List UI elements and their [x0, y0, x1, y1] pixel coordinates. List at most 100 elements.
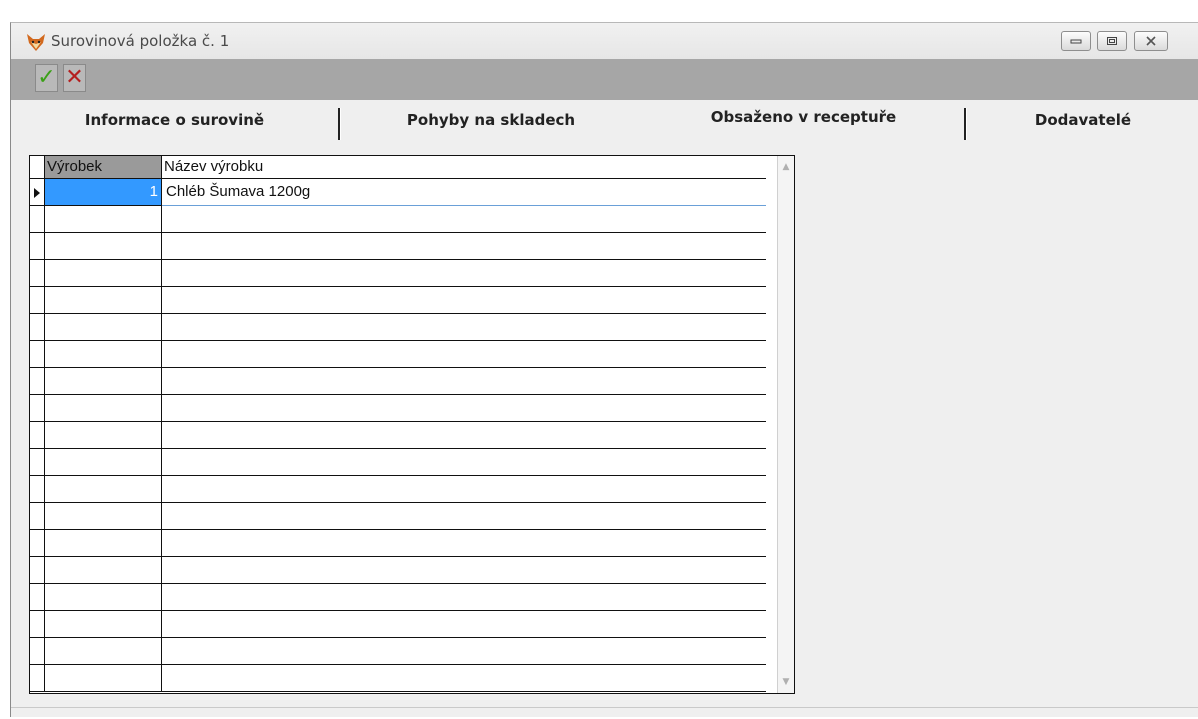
cell-vyrobek[interactable]	[45, 530, 162, 557]
cell-vyrobek[interactable]	[45, 665, 162, 692]
cell-vyrobek[interactable]	[45, 557, 162, 584]
cell-nazev-vyrobku[interactable]	[162, 422, 766, 449]
cell-vyrobek[interactable]	[45, 260, 162, 287]
cell-vyrobek[interactable]	[45, 287, 162, 314]
vertical-scrollbar[interactable]: ▲ ▼	[777, 156, 794, 693]
row-indicator[interactable]	[30, 287, 45, 314]
row-indicator[interactable]	[30, 557, 45, 584]
cell-nazev-vyrobku[interactable]	[162, 584, 766, 611]
row-indicator[interactable]	[30, 422, 45, 449]
table-row[interactable]	[30, 611, 778, 638]
column-header-vyrobek[interactable]: Výrobek	[45, 156, 162, 179]
cell-nazev-vyrobku[interactable]	[162, 530, 766, 557]
table-row[interactable]	[30, 395, 778, 422]
table-row[interactable]	[30, 260, 778, 287]
row-indicator[interactable]	[30, 530, 45, 557]
table-row[interactable]	[30, 206, 778, 233]
close-button[interactable]	[1134, 31, 1168, 51]
cell-nazev-vyrobku[interactable]	[162, 206, 766, 233]
maximize-button[interactable]	[1097, 31, 1127, 51]
cell-nazev-vyrobku[interactable]	[162, 611, 766, 638]
cell-nazev-vyrobku[interactable]	[162, 449, 766, 476]
cell-nazev-vyrobku[interactable]	[162, 233, 766, 260]
fox-icon	[27, 34, 45, 51]
table-row[interactable]: 1 Chléb Šumava 1200g	[30, 179, 778, 206]
table-row[interactable]	[30, 449, 778, 476]
row-indicator[interactable]	[30, 503, 45, 530]
row-indicator[interactable]	[30, 665, 45, 692]
table-row[interactable]	[30, 233, 778, 260]
cell-vyrobek[interactable]	[45, 584, 162, 611]
cell-vyrobek[interactable]	[45, 395, 162, 422]
tab-informace-o-surovine[interactable]: Informace o surovině	[11, 100, 338, 140]
cell-nazev-vyrobku[interactable]	[162, 557, 766, 584]
cell-vyrobek[interactable]: 1	[45, 179, 162, 206]
table-row[interactable]	[30, 287, 778, 314]
scroll-up-icon[interactable]: ▲	[778, 158, 794, 176]
table-row[interactable]	[30, 638, 778, 665]
row-indicator[interactable]	[30, 314, 45, 341]
cell-nazev-vyrobku[interactable]	[162, 314, 766, 341]
confirm-button[interactable]: ✓	[35, 64, 58, 92]
table-row[interactable]	[30, 368, 778, 395]
tab-dodavatele[interactable]: Dodavatelé	[967, 100, 1198, 140]
maximize-icon	[1107, 37, 1117, 45]
table-row[interactable]	[30, 422, 778, 449]
current-row-pointer-icon	[34, 188, 40, 198]
column-header-nazev-vyrobku[interactable]: Název výrobku	[162, 156, 766, 179]
tab-label: Obsaženo v receptuře	[710, 108, 897, 126]
cell-nazev-vyrobku[interactable]	[162, 665, 766, 692]
cell-vyrobek[interactable]	[45, 233, 162, 260]
row-indicator[interactable]	[30, 611, 45, 638]
cell-vyrobek[interactable]	[45, 503, 162, 530]
scroll-down-icon[interactable]: ▼	[778, 673, 794, 691]
cell-nazev-vyrobku[interactable]	[162, 503, 766, 530]
row-indicator[interactable]	[30, 476, 45, 503]
tab-label: Pohyby na skladech	[406, 111, 576, 129]
tab-obsazeno-v-recepture[interactable]: Obsaženo v receptuře	[643, 99, 964, 131]
table-row[interactable]	[30, 476, 778, 503]
tab-pohyby-na-skladech[interactable]: Pohyby na skladech	[341, 100, 641, 140]
cell-vyrobek[interactable]	[45, 314, 162, 341]
cell-vyrobek[interactable]	[45, 341, 162, 368]
row-indicator[interactable]	[30, 341, 45, 368]
cell-nazev-vyrobku[interactable]	[162, 476, 766, 503]
row-indicator[interactable]	[30, 233, 45, 260]
title-bar[interactable]: Surovinová položka č. 1	[11, 23, 1198, 59]
cell-nazev-vyrobku[interactable]: Chléb Šumava 1200g	[162, 179, 766, 206]
cell-nazev-vyrobku[interactable]	[162, 260, 766, 287]
cell-vyrobek[interactable]	[45, 611, 162, 638]
cell-nazev-vyrobku[interactable]	[162, 368, 766, 395]
app-window: Surovinová položka č. 1 ✓ ✕ Informace o …	[10, 22, 1198, 717]
tab-label: Dodavatelé	[1034, 111, 1132, 129]
cell-nazev-vyrobku[interactable]	[162, 287, 766, 314]
cell-nazev-vyrobku[interactable]	[162, 395, 766, 422]
table-row[interactable]	[30, 341, 778, 368]
cell-vyrobek[interactable]	[45, 476, 162, 503]
table-row[interactable]	[30, 665, 778, 692]
recipe-grid[interactable]: Výrobek Název výrobku 1 Chléb Šumava 1200…	[29, 155, 795, 694]
row-indicator[interactable]	[30, 584, 45, 611]
cell-vyrobek[interactable]	[45, 422, 162, 449]
row-indicator[interactable]	[30, 395, 45, 422]
row-indicator[interactable]	[30, 206, 45, 233]
cell-vyrobek[interactable]	[45, 368, 162, 395]
row-indicator[interactable]	[30, 638, 45, 665]
row-indicator[interactable]	[30, 260, 45, 287]
cell-nazev-vyrobku[interactable]	[162, 638, 766, 665]
grid-body: Výrobek Název výrobku 1 Chléb Šumava 1200…	[30, 156, 778, 693]
table-row[interactable]	[30, 557, 778, 584]
table-row[interactable]	[30, 314, 778, 341]
cell-vyrobek[interactable]	[45, 206, 162, 233]
cancel-button[interactable]: ✕	[63, 64, 86, 92]
cell-vyrobek[interactable]	[45, 449, 162, 476]
cell-nazev-vyrobku[interactable]	[162, 341, 766, 368]
row-indicator[interactable]	[30, 368, 45, 395]
row-indicator[interactable]	[30, 449, 45, 476]
table-row[interactable]	[30, 530, 778, 557]
row-indicator[interactable]	[30, 179, 45, 206]
table-row[interactable]	[30, 503, 778, 530]
table-row[interactable]	[30, 584, 778, 611]
minimize-button[interactable]	[1061, 31, 1091, 51]
cell-vyrobek[interactable]	[45, 638, 162, 665]
